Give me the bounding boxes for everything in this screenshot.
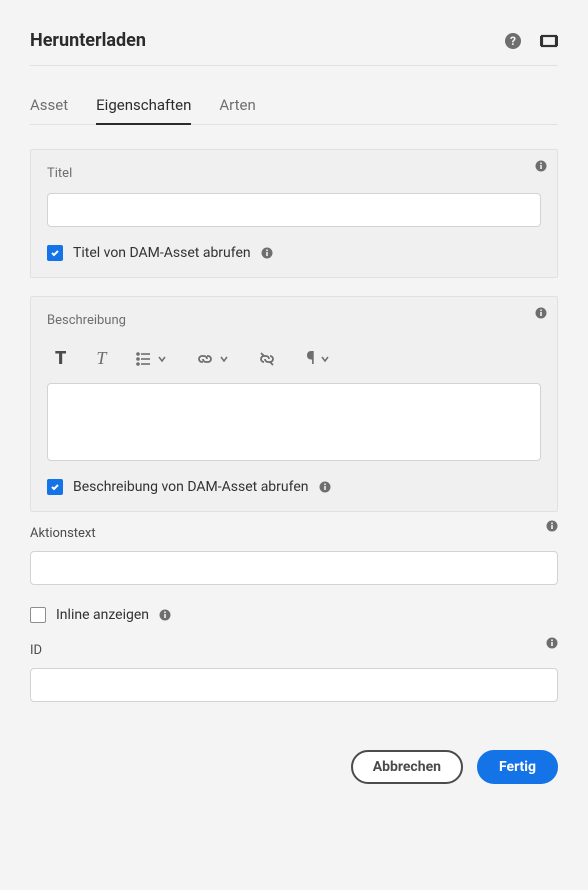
actiontext-section: Aktionstext [30,526,558,585]
id-label: ID [30,643,558,658]
title-label: Titel [47,166,541,181]
dialog-header: Herunterladen ? [30,30,558,66]
actiontext-input[interactable] [30,551,558,585]
cancel-button[interactable]: Abbrechen [351,750,463,784]
svg-text:?: ? [510,34,516,48]
inline-checkbox[interactable] [30,607,46,623]
help-icon[interactable]: ? [504,32,522,50]
title-input[interactable] [47,193,541,227]
dialog-title: Herunterladen [30,30,146,51]
info-icon[interactable] [535,307,547,319]
tab-bar: Asset Eigenschaften Arten [30,66,558,125]
list-icon[interactable] [136,352,166,366]
fullscreen-icon[interactable] [540,32,558,50]
title-dam-checkbox-label: Titel von DAM-Asset abrufen [73,245,251,261]
tab-eigenschaften[interactable]: Eigenschaften [96,86,191,124]
header-icons: ? [504,32,558,50]
inline-checkbox-row: Inline anzeigen [30,607,558,623]
info-icon[interactable] [535,160,547,172]
bold-icon[interactable]: T [55,348,66,369]
info-icon[interactable] [159,609,171,621]
paragraph-icon[interactable]: ¶ [306,348,329,369]
description-checkbox-row: Beschreibung von DAM-Asset abrufen [47,479,541,495]
info-icon[interactable] [319,481,331,493]
tab-asset[interactable]: Asset [30,86,68,124]
done-button[interactable]: Fertig [477,750,558,784]
info-icon[interactable] [261,247,273,259]
title-checkbox-row: Titel von DAM-Asset abrufen [47,245,541,261]
description-panel: Beschreibung T T ¶ Beschreibung von DAM-… [30,296,558,512]
dialog-footer: Abbrechen Fertig [30,750,558,784]
tab-arten[interactable]: Arten [219,86,255,124]
description-dam-checkbox[interactable] [47,479,63,495]
id-input[interactable] [30,668,558,702]
description-dam-checkbox-label: Beschreibung von DAM-Asset abrufen [73,479,309,495]
link-icon[interactable] [196,352,228,366]
unlink-icon[interactable] [258,351,276,367]
description-input[interactable] [47,383,541,461]
id-section: ID [30,643,558,702]
rte-toolbar: T T ¶ [47,340,541,383]
info-icon[interactable] [546,520,558,532]
italic-icon[interactable]: T [96,348,106,369]
info-icon[interactable] [546,637,558,649]
description-label: Beschreibung [47,313,541,328]
title-dam-checkbox[interactable] [47,245,63,261]
title-panel: Titel Titel von DAM-Asset abrufen [30,149,558,278]
inline-checkbox-label: Inline anzeigen [56,607,149,623]
actiontext-label: Aktionstext [30,526,558,541]
